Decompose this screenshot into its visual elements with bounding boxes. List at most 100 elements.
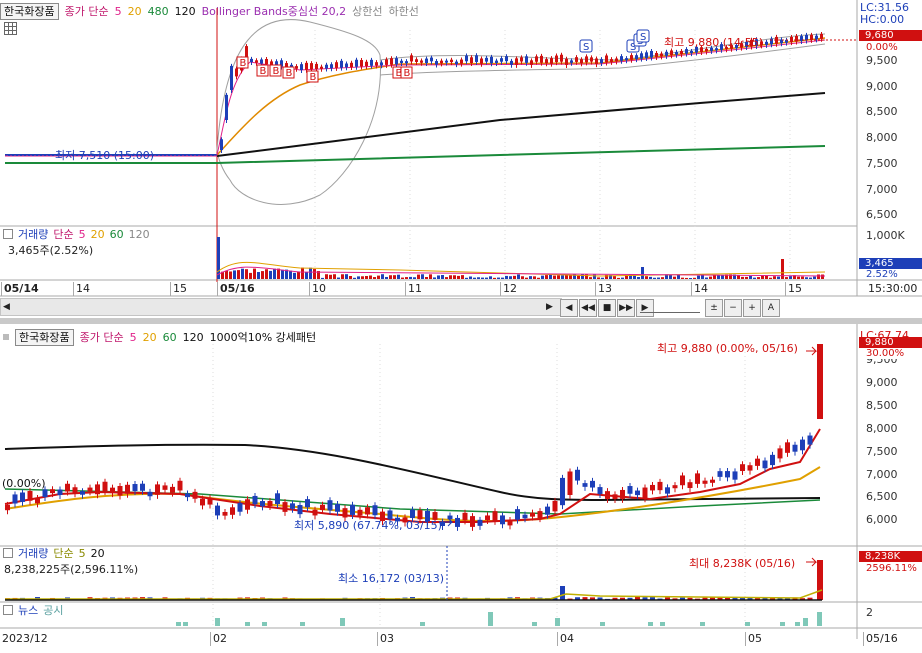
top-volume-bar bbox=[769, 277, 772, 279]
bottom-candle bbox=[732, 471, 738, 480]
font-button[interactable]: A bbox=[762, 299, 780, 317]
top-candle bbox=[675, 51, 678, 55]
bottom-candle bbox=[552, 500, 558, 512]
bottom-candle bbox=[50, 489, 55, 494]
top-candle bbox=[520, 57, 523, 62]
bottom-candle bbox=[282, 502, 288, 512]
top-candle bbox=[430, 57, 433, 62]
top-x-label-6: 12 bbox=[503, 282, 517, 295]
bottom-candle bbox=[455, 517, 460, 527]
bottom-candle bbox=[5, 504, 10, 511]
top-volume-bar bbox=[717, 275, 720, 279]
top-y-tick-4: 7,500 bbox=[866, 156, 898, 170]
top-candle bbox=[480, 58, 483, 64]
top-volume-bar bbox=[521, 276, 524, 279]
bottom-candle bbox=[267, 500, 273, 506]
bottom-y-tick-5: 7,000 bbox=[866, 467, 898, 481]
top-volume-bar bbox=[421, 274, 424, 279]
top-volume-bar bbox=[485, 277, 488, 279]
top-volume-bar bbox=[357, 276, 360, 279]
bottom-y-tick-1: 9,000 bbox=[866, 375, 898, 389]
bottom-candle bbox=[252, 495, 258, 505]
top-candle bbox=[160, 154, 162, 156]
rewind-button[interactable]: ◀◀ bbox=[579, 299, 597, 317]
bottom-y-tick-3: 8,000 bbox=[866, 421, 898, 435]
top-volume-bar bbox=[585, 274, 588, 279]
top-candle bbox=[204, 154, 206, 156]
top-x-label-3: 05/16 bbox=[220, 282, 255, 295]
top-volume-bar bbox=[313, 269, 316, 279]
top-candle bbox=[820, 33, 823, 39]
top-volume-bar bbox=[269, 270, 272, 279]
top-candle bbox=[365, 61, 368, 67]
news-bar bbox=[245, 622, 250, 626]
top-candle bbox=[550, 58, 553, 64]
top-volume-bar bbox=[341, 274, 344, 279]
top-vol-ma60: 60 bbox=[109, 227, 124, 241]
fastforward-button[interactable]: ▶▶ bbox=[617, 299, 635, 317]
bottom-candle bbox=[117, 485, 123, 496]
top-volume-bar bbox=[577, 275, 580, 279]
top-candle bbox=[295, 66, 298, 69]
news-bar bbox=[488, 612, 493, 626]
bottom-candle bbox=[327, 500, 333, 511]
zoom-out-button[interactable]: − bbox=[724, 299, 742, 317]
prev-button[interactable]: ◀ bbox=[560, 299, 578, 317]
top-volume-bar bbox=[801, 276, 804, 279]
top-candle bbox=[184, 154, 186, 156]
bottom-candle bbox=[365, 507, 370, 515]
top-candle bbox=[172, 154, 174, 156]
bottom-candle bbox=[110, 487, 115, 494]
stop-button[interactable]: ■ bbox=[598, 299, 616, 317]
bottom-candle bbox=[305, 499, 310, 508]
top-volume-bar bbox=[657, 277, 660, 279]
top-candle bbox=[355, 59, 358, 67]
top-candle bbox=[260, 59, 263, 64]
top-candle bbox=[375, 62, 378, 66]
top-candle bbox=[510, 60, 513, 65]
bottom-candle bbox=[372, 505, 378, 516]
zoom-in-button[interactable]: + bbox=[743, 299, 761, 317]
top-candle bbox=[390, 58, 393, 65]
buy-marker-label: B bbox=[260, 66, 267, 77]
top-volume-bar bbox=[405, 277, 408, 279]
bollinger-upper-band bbox=[216, 19, 381, 205]
top-volume-bar bbox=[745, 276, 748, 279]
top-candle bbox=[530, 60, 533, 65]
top-candle bbox=[535, 56, 538, 62]
news-bar bbox=[795, 622, 800, 626]
top-volume-bar bbox=[641, 267, 644, 279]
scroll-left-icon[interactable]: ◀ bbox=[3, 302, 10, 312]
top-volume-bar bbox=[705, 277, 708, 279]
top-volume-bar bbox=[253, 268, 256, 279]
bottom-x-label-2: 03 bbox=[380, 632, 394, 645]
top-candle bbox=[32, 154, 34, 156]
top-volume-bar bbox=[477, 277, 480, 279]
top-candle bbox=[580, 59, 583, 64]
bottom-candle bbox=[357, 509, 363, 516]
top-volume-bar bbox=[773, 276, 776, 279]
top-candle bbox=[230, 65, 233, 90]
bottom-candles bbox=[5, 344, 823, 531]
top-volume-bar bbox=[685, 277, 688, 279]
bottom-x-label-4: 05 bbox=[748, 632, 762, 645]
bottom-candle bbox=[72, 487, 78, 494]
bottom-y-tick-7: 6,000 bbox=[866, 513, 898, 527]
zoom-fit-button[interactable]: ± bbox=[705, 299, 723, 317]
zoom-slider[interactable] bbox=[640, 300, 700, 313]
top-volume-bar bbox=[349, 276, 352, 279]
top-volume-ma-label: 단순 bbox=[53, 228, 74, 241]
scroll-right-icon[interactable]: ▶ bbox=[546, 302, 553, 312]
top-volume-bar bbox=[337, 277, 340, 279]
bottom-x-label-0: 2023/12 bbox=[2, 632, 48, 645]
top-volume-bar bbox=[789, 276, 792, 279]
top-candle bbox=[168, 154, 170, 156]
top-candle bbox=[265, 59, 268, 65]
bottom-candle bbox=[462, 512, 468, 521]
top-candle bbox=[16, 154, 18, 156]
bottom-candle bbox=[177, 480, 183, 491]
top-volume-bar bbox=[457, 275, 460, 279]
horizontal-scrollbar[interactable]: ◀ ▶ bbox=[0, 298, 562, 316]
bottom-candle bbox=[87, 487, 93, 492]
top-volume-bar bbox=[397, 274, 400, 279]
